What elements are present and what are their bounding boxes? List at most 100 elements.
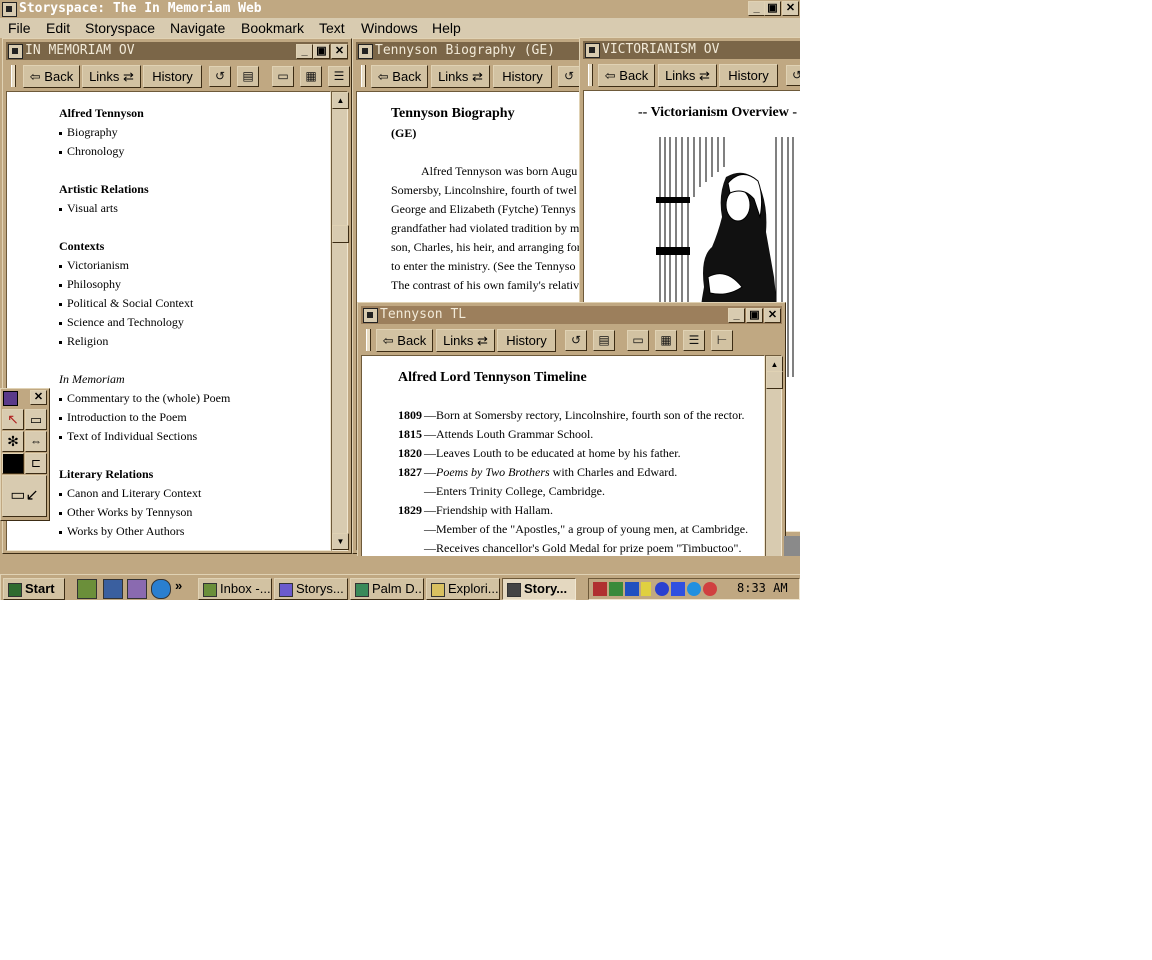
overview-link-item[interactable]: Commentary to the (whole) Poem: [59, 391, 230, 406]
page-icon[interactable]: ▤: [237, 66, 259, 87]
history-button[interactable]: History: [493, 65, 552, 88]
overview-maximize-button[interactable]: ▣: [313, 44, 330, 59]
quicklaunch-more-icon[interactable]: »: [175, 578, 182, 593]
overview-scrollbar[interactable]: ▲ ▼: [331, 91, 349, 551]
back-button[interactable]: ⇦ Back: [598, 64, 655, 87]
tree-icon[interactable]: ⊢: [711, 330, 733, 351]
reload-icon[interactable]: ↺: [209, 66, 231, 87]
overview-close-button[interactable]: ✕: [331, 44, 348, 59]
quicklaunch-outlook-icon[interactable]: [77, 579, 97, 599]
biography-system-menu-icon[interactable]: [358, 44, 373, 59]
timeline-maximize-button[interactable]: ▣: [746, 308, 763, 323]
timeline-close-button[interactable]: ✕: [764, 308, 781, 323]
task-explorer[interactable]: Explori...: [426, 578, 500, 600]
overview-link-item[interactable]: Canon and Literary Context: [59, 486, 201, 501]
overview-link-item[interactable]: Visual arts: [59, 201, 118, 216]
monitor-icon[interactable]: ▭: [272, 66, 294, 87]
page-icon[interactable]: ▤: [593, 330, 615, 351]
toolbar-grip[interactable]: [11, 65, 16, 87]
link-tool-icon[interactable]: ⊏: [25, 453, 47, 474]
history-button[interactable]: History: [719, 64, 778, 87]
overview-minimize-button[interactable]: _: [296, 44, 313, 59]
victorianism-system-menu-icon[interactable]: [585, 43, 600, 58]
back-button[interactable]: ⇦ Back: [371, 65, 428, 88]
menu-text[interactable]: Text: [319, 20, 345, 36]
reload-icon[interactable]: ↺: [786, 65, 800, 86]
overview-link-item[interactable]: Other Works by Tennyson: [59, 505, 192, 520]
task-storyspace-1[interactable]: Storys...: [274, 578, 348, 600]
list-icon[interactable]: ☰: [683, 330, 705, 351]
list-icon[interactable]: ☰: [328, 66, 350, 87]
tray-icon-8[interactable]: [703, 582, 717, 596]
quicklaunch-ie-icon[interactable]: [151, 579, 171, 599]
arrow-tool-icon[interactable]: ↖: [2, 409, 24, 430]
menu-navigate[interactable]: Navigate: [170, 20, 225, 36]
app-restore-button[interactable]: ▣: [764, 1, 781, 16]
menu-windows[interactable]: Windows: [361, 20, 418, 36]
tray-icon-6[interactable]: [671, 582, 685, 596]
palette-close-button[interactable]: ✕: [30, 390, 47, 405]
history-button[interactable]: History: [143, 65, 202, 88]
tray-icon-2[interactable]: [609, 582, 623, 596]
links-button[interactable]: Links ⇄: [431, 65, 490, 88]
quicklaunch-desktop-icon[interactable]: [103, 579, 123, 599]
overview-link-item[interactable]: Religion: [59, 334, 108, 349]
overview-link-item[interactable]: Science and Technology: [59, 315, 184, 330]
app-minimize-button[interactable]: _: [748, 1, 765, 16]
overview-link-item[interactable]: Works by Other Authors: [59, 524, 184, 539]
menu-storyspace[interactable]: Storyspace: [85, 20, 155, 36]
reload-icon[interactable]: ↺: [565, 330, 587, 351]
menu-bookmark[interactable]: Bookmark: [241, 20, 304, 36]
menu-edit[interactable]: Edit: [46, 20, 70, 36]
scroll-thumb[interactable]: [332, 225, 349, 243]
overview-link-item[interactable]: Introduction to the Poem: [59, 410, 187, 425]
biography-title-bar[interactable]: Tennyson Biography (GE): [356, 42, 580, 60]
overview-link-item[interactable]: Text of Individual Sections: [59, 429, 197, 444]
app-close-button[interactable]: ✕: [782, 1, 799, 16]
scroll-up-arrow-icon[interactable]: ▲: [332, 92, 349, 109]
overview-link-item[interactable]: Chronology: [59, 144, 124, 159]
history-button[interactable]: History: [497, 329, 556, 352]
task-inbox[interactable]: Inbox -...: [198, 578, 272, 600]
victorianism-title-bar[interactable]: VICTORIANISM OV: [583, 41, 800, 59]
task-storyspace-active[interactable]: Story...: [502, 578, 576, 600]
timeline-title-bar[interactable]: Tennyson TL _ ▣ ✕: [361, 306, 782, 324]
tray-icon-5[interactable]: [655, 582, 669, 596]
tray-icon-1[interactable]: [593, 582, 607, 596]
palette-title-bar[interactable]: ✕: [1, 389, 47, 406]
app-title-bar[interactable]: Storyspace: The In Memoriam Web _ ▣ ✕: [0, 0, 800, 18]
timeline-scrollbar[interactable]: ▲: [765, 355, 783, 559]
timeline-system-menu-icon[interactable]: [363, 308, 378, 323]
tray-icon-3[interactable]: [625, 582, 639, 596]
quicklaunch-channels-icon[interactable]: [127, 579, 147, 599]
overview-link-item[interactable]: Philosophy: [59, 277, 121, 292]
reload-icon[interactable]: ↺: [558, 66, 580, 87]
links-button[interactable]: Links ⇄: [82, 65, 141, 88]
monitor-icon[interactable]: ▭: [627, 330, 649, 351]
toolbar-grip[interactable]: [366, 329, 371, 351]
menu-help[interactable]: Help: [432, 20, 461, 36]
overview-link-item[interactable]: Political & Social Context: [59, 296, 193, 311]
overview-link-item[interactable]: Victorianism: [59, 258, 129, 273]
toolbar-grip[interactable]: [588, 64, 593, 86]
scroll-thumb[interactable]: [766, 371, 783, 389]
layout-icon[interactable]: ▦: [300, 66, 322, 87]
star-tool-icon[interactable]: ✻: [2, 431, 24, 452]
new-note-tool-icon[interactable]: ▭↙: [2, 475, 47, 517]
overview-system-menu-icon[interactable]: [8, 44, 23, 59]
back-button[interactable]: ⇦ Back: [376, 329, 433, 352]
overview-title-bar[interactable]: IN MEMORIAM OV _ ▣ ✕: [6, 42, 348, 60]
start-button[interactable]: Start: [3, 578, 65, 600]
links-button[interactable]: Links ⇄: [658, 64, 717, 87]
tray-icon-7[interactable]: [687, 582, 701, 596]
overview-link-item[interactable]: Biography: [59, 125, 118, 140]
rectangle-tool-icon[interactable]: ▭: [25, 409, 47, 430]
timeline-minimize-button[interactable]: _: [728, 308, 745, 323]
volume-icon[interactable]: [641, 582, 651, 596]
back-button[interactable]: ⇦ Back: [23, 65, 80, 88]
toolbar-grip[interactable]: [361, 65, 366, 87]
links-button[interactable]: Links ⇄: [436, 329, 495, 352]
resize-tool-icon[interactable]: ⇔: [25, 431, 47, 452]
color-swatch-icon[interactable]: [2, 453, 24, 474]
task-palm-desktop[interactable]: Palm D...: [350, 578, 424, 600]
